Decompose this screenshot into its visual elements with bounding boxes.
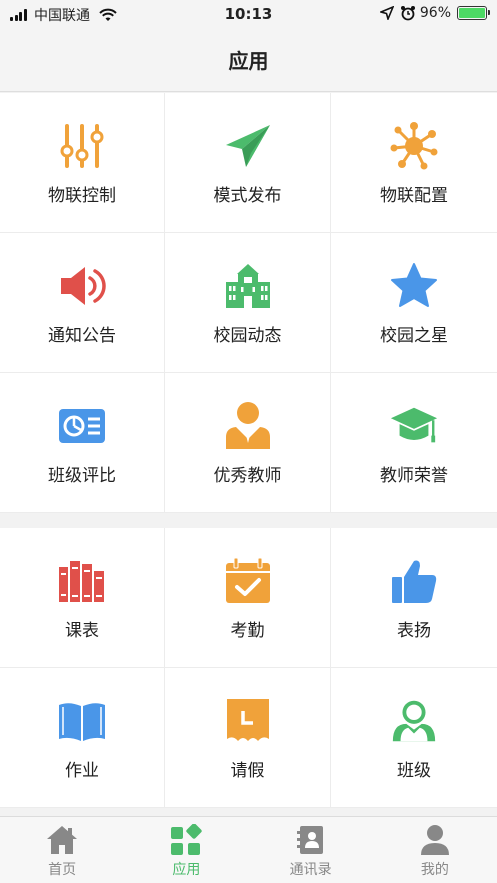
network-icon [389, 121, 439, 171]
teacher-icon [223, 401, 273, 451]
app-teacher-honor[interactable]: 教师荣誉 [331, 373, 497, 513]
app-mode-publish[interactable]: 模式发布 [165, 93, 331, 233]
apps-grid-main: 物联控制 模式发布 物联配置 通知公告 校园动态 校园之星 班级评比 优秀教师 … [0, 93, 497, 513]
app-attendance[interactable]: 考勤 [165, 528, 331, 668]
app-praise[interactable]: 表扬 [331, 528, 497, 668]
alarm-icon [400, 6, 415, 21]
books-icon [57, 556, 107, 606]
status-bar: 中国联通 10:13 96% [0, 0, 497, 30]
app-iot-config[interactable]: 物联配置 [331, 93, 497, 233]
app-label: 考勤 [230, 621, 265, 641]
app-label: 课表 [65, 621, 99, 641]
paper-plane-icon [223, 121, 273, 171]
tab-label: 应用 [172, 862, 201, 878]
app-leave-request[interactable]: 请假 [165, 668, 331, 808]
school-building-icon [223, 261, 273, 311]
apps-icon [169, 823, 203, 857]
app-label: 班级 [397, 761, 431, 781]
location-arrow-icon [379, 6, 394, 20]
tab-profile[interactable]: 我的 [373, 817, 497, 883]
home-icon [45, 823, 79, 857]
app-label: 作业 [65, 761, 99, 781]
app-label: 优秀教师 [213, 466, 282, 486]
app-campus-star[interactable]: 校园之星 [331, 233, 497, 373]
app-campus-news[interactable]: 校园动态 [165, 233, 331, 373]
app-label: 教师荣誉 [380, 466, 448, 486]
battery-icon [457, 6, 490, 20]
app-label: 物联配置 [380, 186, 448, 206]
bottom-tab-bar: 首页 应用 通讯录 我的 [0, 816, 497, 883]
app-label: 表扬 [397, 621, 431, 641]
tab-label: 通讯录 [289, 862, 332, 878]
group-icon [389, 696, 439, 746]
star-icon [389, 261, 439, 311]
status-right: 96% [379, 5, 490, 21]
sliders-icon [57, 121, 107, 171]
app-excellent-teacher[interactable]: 优秀教师 [165, 373, 331, 513]
app-class[interactable]: 班级 [331, 668, 497, 808]
tab-label: 首页 [48, 862, 77, 878]
open-book-icon [57, 696, 107, 746]
app-label: 请假 [230, 761, 265, 781]
tab-label: 我的 [420, 862, 449, 878]
app-label: 校园动态 [213, 326, 282, 346]
apps-grid-class: 课表 考勤 表扬 作业 请假 班级 [0, 528, 497, 808]
speaker-icon [57, 261, 107, 311]
battery-percent: 96% [419, 5, 451, 21]
page-title: 应用 [0, 30, 497, 92]
chart-card-icon [57, 401, 107, 451]
contacts-icon [294, 823, 328, 857]
tab-contacts[interactable]: 通讯录 [249, 817, 373, 883]
app-homework[interactable]: 作业 [0, 668, 165, 808]
leave-clock-icon [223, 696, 273, 746]
calendar-check-icon [223, 556, 273, 606]
app-label: 校园之星 [380, 326, 448, 346]
tab-home[interactable]: 首页 [0, 817, 124, 883]
profile-icon [418, 823, 452, 857]
app-timetable[interactable]: 课表 [0, 528, 165, 668]
thumbs-up-icon [389, 556, 439, 606]
app-class-ranking[interactable]: 班级评比 [0, 373, 165, 513]
app-label: 通知公告 [48, 326, 116, 346]
app-notice[interactable]: 通知公告 [0, 233, 165, 373]
graduation-cap-icon [389, 401, 439, 451]
app-label: 物联控制 [48, 186, 116, 206]
app-label: 模式发布 [213, 186, 282, 206]
tab-apps[interactable]: 应用 [124, 817, 248, 883]
app-iot-control[interactable]: 物联控制 [0, 93, 165, 233]
app-label: 班级评比 [48, 466, 116, 486]
